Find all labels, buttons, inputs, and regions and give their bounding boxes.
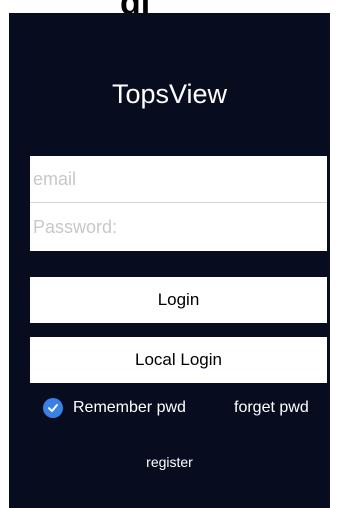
remember-password-label: Remember pwd	[73, 399, 186, 416]
forget-password-link[interactable]: forget pwd	[234, 397, 309, 419]
password-input[interactable]	[30, 204, 327, 250]
login-form	[30, 156, 327, 251]
register-link[interactable]: register	[9, 452, 330, 472]
field-divider	[30, 202, 327, 203]
checkmark-circle-icon[interactable]	[43, 398, 63, 418]
app-title: TopsView	[111, 79, 228, 109]
login-button[interactable]: Login	[30, 277, 327, 323]
local-login-button[interactable]: Local Login	[30, 337, 327, 383]
email-input[interactable]	[30, 156, 327, 202]
page: gi TopsView Login Local Login Remember p…	[0, 0, 337, 508]
remember-password-toggle[interactable]: Remember pwd	[43, 397, 186, 419]
login-screen: TopsView Login Local Login Remember pwd …	[9, 13, 330, 508]
